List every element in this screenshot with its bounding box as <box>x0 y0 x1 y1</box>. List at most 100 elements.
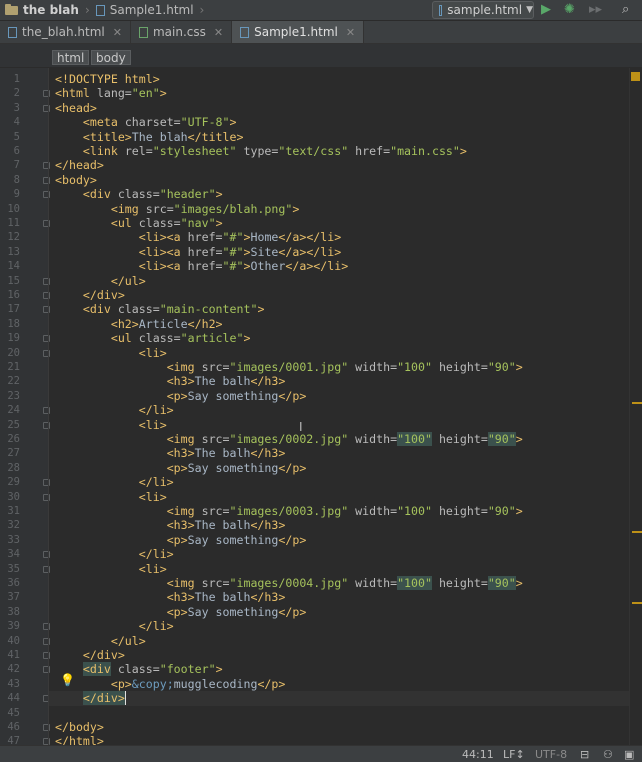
code-line[interactable]: <img src="images/blah.png"> <box>49 202 635 216</box>
line-number: 29 <box>7 476 20 489</box>
line-number: 11 <box>7 217 20 229</box>
debug-icon[interactable]: ✺ <box>564 2 575 17</box>
code-line[interactable]: </li> <box>49 403 635 417</box>
code-line[interactable]: <h2>Article</h2> <box>49 317 635 331</box>
code-line[interactable]: <body> <box>49 173 635 187</box>
line-number: 22 <box>7 375 20 388</box>
caret-position[interactable]: 44:11 <box>462 748 494 761</box>
line-separator[interactable]: LF↕ <box>503 748 525 761</box>
code-line[interactable]: <div class="footer"> <box>49 662 635 677</box>
line-number: 15 <box>7 274 20 287</box>
code-line[interactable]: </li> <box>49 475 635 489</box>
line-number: 34 <box>7 548 20 561</box>
code-line[interactable]: </li> <box>49 547 635 561</box>
tab-the-blah[interactable]: the_blah.html ✕ <box>0 21 131 43</box>
code-line[interactable] <box>49 706 635 720</box>
code-line[interactable]: <h3>The balh</h3> <box>49 590 635 604</box>
line-number: 21 <box>7 361 20 373</box>
code-line[interactable]: <img src="images/0003.jpg" width="100" h… <box>49 504 635 518</box>
code-line[interactable]: <ul class="nav"> <box>49 216 635 230</box>
warning-mark[interactable] <box>632 402 642 404</box>
code-line[interactable]: <h3>The balh</h3> <box>49 518 635 532</box>
code-line[interactable]: <p>Say something</p> <box>49 461 635 475</box>
code-line[interactable]: <li> <box>49 418 635 432</box>
file-encoding[interactable]: UTF-8 <box>535 748 567 761</box>
code-line[interactable]: <div class="main-content"> <box>49 302 635 316</box>
code-line[interactable]: <img src="images/0004.jpg" width="100" h… <box>49 576 635 590</box>
code-line[interactable]: <li><a href="#">Home</a></li> <box>49 230 635 244</box>
warning-mark[interactable] <box>632 531 642 533</box>
code-line[interactable]: </body> <box>49 720 635 734</box>
code-line[interactable]: <p>Say something</p> <box>49 605 635 619</box>
inspector-icon[interactable]: ⚇ <box>603 748 613 761</box>
code-line[interactable]: </ul> <box>49 634 635 648</box>
line-number: 44 <box>7 692 20 705</box>
code-line[interactable]: <ul class="article"> <box>49 331 635 345</box>
tab-sample1[interactable]: Sample1.html ✕ <box>232 21 365 43</box>
code-line[interactable]: </ul> <box>49 274 635 288</box>
lock-icon[interactable]: ⊟ <box>580 748 589 761</box>
code-line[interactable]: <title>The blah</title> <box>49 130 635 144</box>
code-line[interactable]: <h3>The balh</h3> <box>49 446 635 460</box>
code-line[interactable]: <div class="header"> <box>49 187 635 201</box>
line-number: 40 <box>7 634 20 647</box>
code-line[interactable]: <p>&copy;mugglecoding</p> <box>49 677 635 691</box>
code-line[interactable]: </div> <box>49 691 635 706</box>
line-number: 42 <box>7 663 20 676</box>
tag-crumb-html[interactable]: html <box>52 50 90 65</box>
text-caret <box>124 691 126 706</box>
code-line[interactable]: <head> <box>49 101 635 115</box>
code-line[interactable]: <img src="images/0002.jpg" width="100" h… <box>49 432 635 446</box>
code-line[interactable]: <link rel="stylesheet" type="text/css" h… <box>49 144 635 158</box>
line-number: 9 <box>13 188 20 201</box>
line-number: 13 <box>7 245 20 258</box>
error-stripe[interactable] <box>629 68 642 745</box>
warning-indicator-icon[interactable] <box>631 72 640 81</box>
code-line[interactable]: <img src="images/0001.jpg" width="100" h… <box>49 360 635 374</box>
code-line[interactable]: <li><a href="#">Site</a></li> <box>49 245 635 259</box>
run-icon[interactable]: ▶ <box>541 2 551 17</box>
line-number: 5 <box>13 130 20 143</box>
close-icon[interactable]: ✕ <box>346 26 355 39</box>
event-log-icon[interactable]: ▣ <box>624 748 634 761</box>
search-icon[interactable]: ⌕ <box>622 2 629 17</box>
html-file-icon <box>240 26 250 38</box>
code-line[interactable]: <li> <box>49 562 635 576</box>
code-line[interactable]: </div> <box>49 288 635 302</box>
code-line[interactable]: <li> <box>49 346 635 360</box>
chevron-down-icon: ▼ <box>526 5 533 15</box>
line-number: 43 <box>7 677 20 690</box>
line-number: 4 <box>13 116 20 129</box>
code-line[interactable]: <p>Say something</p> <box>49 533 635 547</box>
warning-mark[interactable] <box>632 602 642 604</box>
code-line[interactable]: <h3>The balh</h3> <box>49 374 635 388</box>
code-line[interactable]: <li><a href="#">Other</a></li> <box>49 259 635 273</box>
status-bar: 44:11 LF↕ UTF-8 ⊟ ⚇ ▣ <box>0 745 642 762</box>
line-number: 18 <box>7 317 20 330</box>
line-number: 23 <box>7 389 20 402</box>
line-number: 14 <box>7 260 20 273</box>
code-line[interactable]: <p>Say something</p> <box>49 389 635 403</box>
code-line[interactable]: </li> <box>49 619 635 633</box>
code-line[interactable]: <html lang="en"> <box>49 86 635 100</box>
code-line[interactable]: <!DOCTYPE html> <box>49 72 635 86</box>
run-config-select[interactable]: sample.html ▼ <box>432 1 534 19</box>
lightbulb-icon[interactable]: 💡 <box>60 673 75 687</box>
line-number: 31 <box>7 505 20 517</box>
code-editor[interactable]: <!DOCTYPE html> <html lang="en"> <head> <m… <box>49 68 635 748</box>
breadcrumb-file[interactable]: Sample1.html <box>110 3 194 17</box>
code-line[interactable]: </head> <box>49 158 635 172</box>
tag-crumb-body[interactable]: body <box>91 50 131 65</box>
tab-label: the_blah.html <box>22 25 105 39</box>
code-line[interactable]: <li> <box>49 490 635 504</box>
tab-main-css[interactable]: main.css ✕ <box>131 21 233 43</box>
close-icon[interactable]: ✕ <box>113 26 122 39</box>
breadcrumb-project[interactable]: the blah <box>23 3 79 17</box>
code-line[interactable]: <meta charset="UTF-8"> <box>49 115 635 129</box>
line-number: 24 <box>7 404 20 417</box>
line-number: 28 <box>7 461 20 474</box>
line-number: 32 <box>7 519 20 532</box>
code-line[interactable]: </div> <box>49 648 635 662</box>
coverage-icon[interactable]: ▸▸ <box>589 2 602 17</box>
close-icon[interactable]: ✕ <box>214 26 223 39</box>
